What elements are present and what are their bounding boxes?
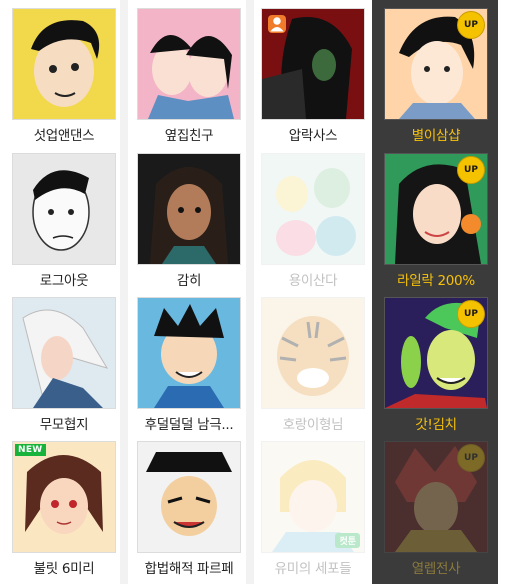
webtoon-item[interactable]: 옆집친구 xyxy=(137,8,241,144)
webtoon-thumbnail[interactable]: UP xyxy=(384,441,488,553)
webtoon-title[interactable]: 감히 xyxy=(137,269,241,289)
webtoon-title[interactable]: 유미의 세포들 xyxy=(261,557,365,577)
webtoon-item[interactable]: 용이산다 xyxy=(261,153,365,289)
webtoon-item[interactable]: 감히 xyxy=(137,153,241,289)
new-badge: NEW xyxy=(15,444,46,456)
webtoon-grid: 섯업앤댄스 로그아웃 무모협지 NEW 불릿 6미리 옆집친구 감히 후덜덜덜 … xyxy=(0,0,510,584)
webtoon-title[interactable]: 섯업앤댄스 xyxy=(12,124,116,144)
webtoon-title[interactable]: 갓!김치 xyxy=(384,413,488,433)
webtoon-thumbnail[interactable] xyxy=(137,297,241,409)
webtoon-item[interactable]: NEW 불릿 6미리 xyxy=(12,441,116,577)
webtoon-thumbnail[interactable] xyxy=(12,8,116,120)
up-badge: UP xyxy=(457,300,485,328)
webtoon-thumbnail[interactable] xyxy=(137,8,241,120)
webtoon-title[interactable]: 후덜덜덜 남극... xyxy=(137,413,241,433)
webtoon-item[interactable]: UP 라일락 200% xyxy=(384,153,488,289)
webtoon-thumbnail[interactable] xyxy=(137,153,241,265)
column-separator xyxy=(246,0,254,584)
webtoon-item[interactable]: UP 별이삼샵 xyxy=(384,8,488,144)
webtoon-thumbnail[interactable] xyxy=(261,153,365,265)
webtoon-item[interactable]: 후덜덜덜 남극... xyxy=(137,297,241,433)
webtoon-thumbnail[interactable] xyxy=(12,297,116,409)
webtoon-item[interactable]: 합법해적 파르페 xyxy=(137,441,241,577)
webtoon-thumbnail[interactable]: 컷툰 xyxy=(261,441,365,553)
column-separator xyxy=(120,0,128,584)
webtoon-item[interactable]: 로그아웃 xyxy=(12,153,116,289)
webtoon-title[interactable]: 옆집친구 xyxy=(137,124,241,144)
webtoon-item[interactable]: 무모협지 xyxy=(12,297,116,433)
webtoon-thumbnail[interactable] xyxy=(261,8,365,120)
webtoon-item[interactable]: 압락사스 xyxy=(261,8,365,144)
webtoon-item[interactable]: UP 열렙전사 xyxy=(384,441,488,577)
webtoon-title[interactable]: 불릿 6미리 xyxy=(12,557,116,577)
webtoon-title[interactable]: 압락사스 xyxy=(261,124,365,144)
webtoon-title[interactable]: 무모협지 xyxy=(12,413,116,433)
cuttoon-badge: 컷툰 xyxy=(335,533,360,548)
webtoon-title[interactable]: 열렙전사 xyxy=(384,557,488,577)
up-badge: UP xyxy=(457,156,485,184)
up-badge: UP xyxy=(457,444,485,472)
webtoon-thumbnail[interactable]: UP xyxy=(384,153,488,265)
webtoon-thumbnail[interactable]: UP xyxy=(384,8,488,120)
webtoon-thumbnail[interactable] xyxy=(137,441,241,553)
webtoon-title[interactable]: 로그아웃 xyxy=(12,269,116,289)
webtoon-item[interactable]: 컷툰 유미의 세포들 xyxy=(261,441,365,577)
webtoon-title[interactable]: 용이산다 xyxy=(261,269,365,289)
webtoon-thumbnail[interactable] xyxy=(12,153,116,265)
webtoon-item[interactable]: 섯업앤댄스 xyxy=(12,8,116,144)
up-badge: UP xyxy=(457,11,485,39)
webtoon-thumbnail[interactable]: NEW xyxy=(12,441,116,553)
webtoon-thumbnail[interactable]: UP xyxy=(384,297,488,409)
webtoon-title[interactable]: 호랑이형님 xyxy=(261,413,365,433)
webtoon-title[interactable]: 라일락 200% xyxy=(384,269,488,289)
webtoon-title[interactable]: 합법해적 파르페 xyxy=(137,557,241,577)
webtoon-item[interactable]: 호랑이형님 xyxy=(261,297,365,433)
webtoon-item[interactable]: UP 갓!김치 xyxy=(384,297,488,433)
webtoon-title[interactable]: 별이삼샵 xyxy=(384,124,488,144)
person-icon xyxy=(268,15,286,33)
webtoon-thumbnail[interactable] xyxy=(261,297,365,409)
